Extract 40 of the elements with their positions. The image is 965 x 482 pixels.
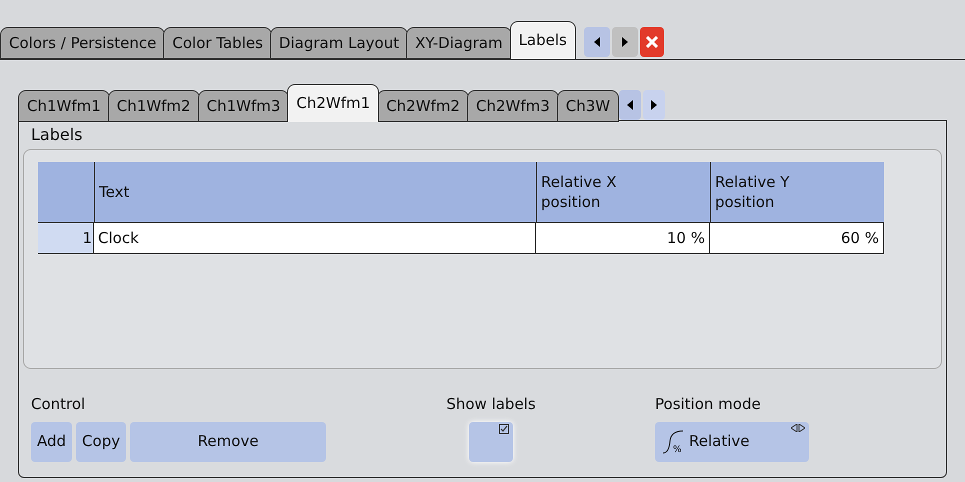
tab[interactable]: Ch1Wfm3 bbox=[198, 90, 290, 122]
left-arrow-icon bbox=[626, 100, 634, 110]
show-labels-toggle[interactable] bbox=[469, 422, 513, 462]
tab[interactable]: XY-Diagram bbox=[406, 27, 512, 59]
position-mode-button[interactable]: % Relative bbox=[655, 422, 809, 462]
section-title: Labels bbox=[30, 124, 84, 146]
tab[interactable]: Ch3W bbox=[556, 90, 620, 122]
position-mode-label: Position mode bbox=[655, 394, 761, 415]
show-labels-label: Show labels bbox=[446, 394, 536, 415]
scroll-right-button[interactable] bbox=[643, 90, 666, 120]
scroll-left-button[interactable] bbox=[619, 90, 642, 120]
control-label: Control bbox=[31, 394, 86, 415]
control-button[interactable]: Add bbox=[31, 422, 72, 462]
tab[interactable]: Ch2Wfm2 bbox=[377, 90, 469, 122]
column-title: Relative X position bbox=[541, 172, 618, 212]
left-arrow-icon bbox=[592, 37, 601, 47]
column-title: Text bbox=[99, 182, 130, 202]
table-cell: 60 % bbox=[709, 222, 884, 254]
table-cell: 10 % bbox=[535, 222, 710, 254]
scroll-right-button[interactable] bbox=[612, 27, 638, 57]
tab[interactable]: Diagram Layout bbox=[270, 27, 408, 59]
tab[interactable]: Ch2Wfm3 bbox=[466, 90, 559, 122]
close-icon bbox=[646, 36, 658, 48]
right-arrow-icon bbox=[650, 100, 658, 110]
control-button[interactable]: Remove bbox=[130, 422, 326, 462]
toggle-arrows-icon bbox=[791, 424, 805, 432]
scroll-left-button[interactable] bbox=[584, 27, 610, 57]
right-arrow-icon bbox=[620, 37, 629, 47]
tab[interactable]: Color Tables bbox=[163, 27, 272, 59]
checkbox-icon bbox=[499, 424, 509, 434]
tab[interactable]: Labels bbox=[510, 21, 576, 59]
tab[interactable]: Ch1Wfm1 bbox=[18, 90, 110, 122]
tab[interactable]: Ch1Wfm2 bbox=[108, 90, 200, 122]
control-button[interactable]: Copy bbox=[76, 422, 126, 462]
tab[interactable]: Colors / Persistence bbox=[0, 27, 166, 59]
tab[interactable]: Ch2Wfm1 bbox=[287, 84, 380, 122]
row-number: 1 bbox=[38, 222, 94, 254]
column-title: Relative Y position bbox=[715, 172, 790, 212]
table-cell: Clock bbox=[93, 222, 536, 254]
close-button[interactable] bbox=[640, 27, 664, 57]
